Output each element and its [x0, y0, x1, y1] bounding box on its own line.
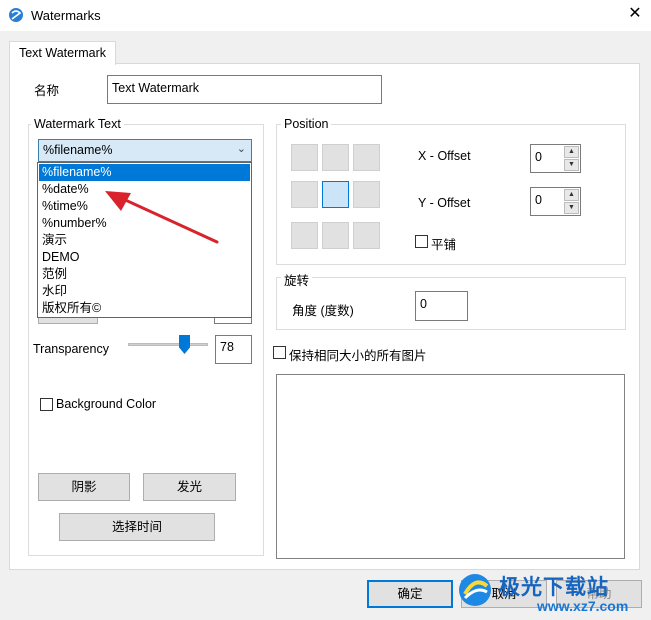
- spin-down-icon[interactable]: ▼: [564, 159, 579, 171]
- option-example[interactable]: 范例: [39, 266, 250, 283]
- watermark-text-legend: Watermark Text: [31, 117, 124, 131]
- rotation-legend: 旋转: [281, 270, 313, 289]
- option-copyright[interactable]: 版权所有©: [39, 300, 250, 317]
- name-label: 名称: [34, 84, 60, 98]
- app-icon: [9, 8, 23, 22]
- position-legend: Position: [281, 117, 332, 131]
- preview-area: [276, 374, 625, 559]
- y-offset-label: Y - Offset: [418, 196, 471, 210]
- annotation-arrow-icon: [105, 191, 219, 244]
- chevron-down-icon: ⌄: [236, 143, 246, 155]
- close-icon[interactable]: ✕: [626, 5, 644, 23]
- y-offset-spinner[interactable]: 0 ▲ ▼: [530, 187, 581, 216]
- x-offset-value: 0: [535, 150, 542, 164]
- brand-name: 极光下载站: [499, 576, 609, 599]
- tile-checkbox[interactable]: [415, 235, 428, 248]
- y-offset-value: 0: [535, 193, 542, 207]
- glow-button[interactable]: 发光: [143, 473, 236, 501]
- option-demo[interactable]: DEMO: [39, 249, 250, 266]
- position-bottom-left[interactable]: [291, 222, 318, 249]
- select-time-button[interactable]: 选择时间: [59, 513, 215, 541]
- background-color-label: Background Color: [56, 397, 157, 411]
- brand-url: www.xz7.com: [537, 598, 629, 614]
- option-filename[interactable]: %filename%: [39, 164, 250, 181]
- name-input[interactable]: Text Watermark: [107, 75, 382, 104]
- position-middle-right[interactable]: [353, 181, 380, 208]
- position-middle-left[interactable]: [291, 181, 318, 208]
- site-watermark: 极光下载站 www.xz7.com: [455, 568, 650, 620]
- spin-up-icon[interactable]: ▲: [564, 146, 579, 158]
- position-top-left[interactable]: [291, 144, 318, 171]
- tile-label: 平铺: [431, 238, 457, 252]
- shadow-button[interactable]: 阴影: [38, 473, 130, 501]
- brand-logo-icon: [459, 574, 491, 606]
- window-title: Watermarks: [31, 8, 101, 23]
- background-color-checkbox[interactable]: [40, 398, 53, 411]
- x-offset-spinner[interactable]: 0 ▲ ▼: [530, 144, 581, 173]
- keep-same-size-checkbox[interactable]: [273, 346, 286, 359]
- keep-same-size-label: 保持相同大小的所有图片: [289, 349, 427, 363]
- x-offset-label: X - Offset: [418, 149, 471, 163]
- position-bottom-center[interactable]: [322, 222, 349, 249]
- rotation-angle-label: 角度 (度数): [292, 304, 354, 318]
- option-watermark[interactable]: 水印: [39, 283, 250, 300]
- position-bottom-right[interactable]: [353, 222, 380, 249]
- watermark-text-select[interactable]: %filename% ⌄: [38, 139, 252, 162]
- tab-text-watermark[interactable]: Text Watermark: [9, 41, 116, 65]
- transparency-slider-track[interactable]: [128, 343, 208, 346]
- transparency-label: Transparency: [33, 342, 109, 356]
- spin-down-icon[interactable]: ▼: [564, 202, 579, 214]
- transparency-value[interactable]: 78: [215, 335, 252, 364]
- position-top-right[interactable]: [353, 144, 380, 171]
- position-center[interactable]: [322, 181, 349, 208]
- ok-button[interactable]: 确定: [367, 580, 453, 608]
- font-button[interactable]: [38, 318, 98, 324]
- color-box[interactable]: [214, 318, 252, 324]
- position-top-center[interactable]: [322, 144, 349, 171]
- spin-up-icon[interactable]: ▲: [564, 189, 579, 201]
- rotation-angle-input[interactable]: 0: [415, 291, 468, 321]
- watermark-text-selected: %filename%: [43, 143, 113, 157]
